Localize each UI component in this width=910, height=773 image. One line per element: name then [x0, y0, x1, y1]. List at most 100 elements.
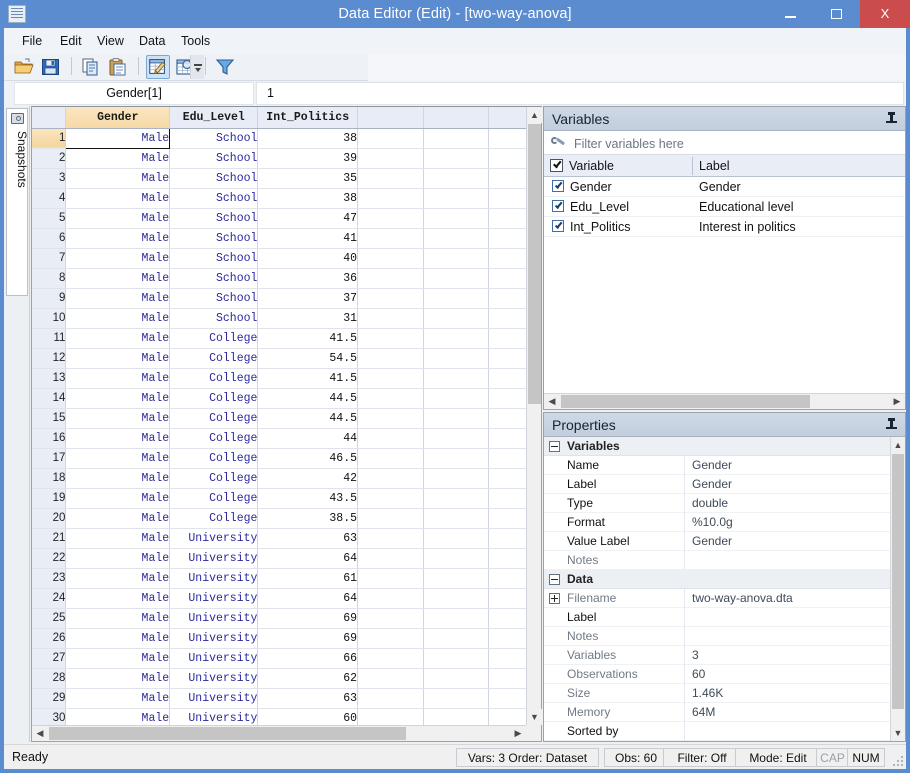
cell-edu_level-21[interactable]: University — [169, 528, 259, 549]
table-row[interactable]: 4 Male School 38 — [32, 188, 541, 209]
row-header[interactable]: 9 — [32, 288, 67, 309]
cell-int_politics-25[interactable]: 69 — [257, 608, 359, 629]
cell-gender-9[interactable]: Male — [65, 288, 171, 309]
cell-gender-25[interactable]: Male — [65, 608, 171, 629]
table-row[interactable]: 25 Male University 69 — [32, 608, 541, 629]
row-header[interactable]: 15 — [32, 408, 67, 429]
cell-empty-4-23[interactable] — [423, 568, 489, 589]
cell-gender-10[interactable]: Male — [65, 308, 171, 329]
cell-gender-23[interactable]: Male — [65, 568, 171, 589]
cell-gender-27[interactable]: Male — [65, 648, 171, 669]
row-header[interactable]: 23 — [32, 568, 67, 589]
properties-group-variables[interactable]: Variables — [544, 437, 890, 456]
edit-mode-icon[interactable] — [146, 55, 171, 79]
maximize-button[interactable] — [815, 0, 857, 28]
cell-gender-6[interactable]: Male — [65, 228, 171, 249]
table-row[interactable]: 1 Male School 38 — [32, 127, 541, 149]
cell-int_politics-17[interactable]: 46.5 — [257, 448, 359, 469]
cell-int_politics-1[interactable]: 38 — [257, 128, 359, 149]
table-row[interactable]: 15 Male College 44.5 — [32, 408, 541, 429]
cell-empty-4-9[interactable] — [423, 288, 489, 309]
property-row-notes[interactable]: Notes — [544, 627, 890, 646]
row-header[interactable]: 12 — [32, 348, 67, 369]
cell-gender-3[interactable]: Male — [65, 168, 171, 189]
row-header[interactable]: 25 — [32, 608, 67, 629]
table-row[interactable]: 13 Male College 41.5 — [32, 368, 541, 389]
status-vars-order[interactable]: Vars: 3 Order: Dataset — [456, 748, 599, 767]
cell-edu_level-9[interactable]: School — [169, 288, 259, 309]
cell-empty-4-10[interactable] — [423, 308, 489, 329]
cell-int_politics-14[interactable]: 44.5 — [257, 388, 359, 409]
table-row[interactable]: 28 Male University 62 — [32, 668, 541, 689]
column-header-empty-4[interactable] — [423, 107, 489, 129]
cell-edu_level-17[interactable]: College — [169, 448, 259, 469]
snapshots-tab[interactable]: Snapshots — [6, 108, 29, 296]
cell-empty-4-27[interactable] — [423, 648, 489, 669]
cell-empty-4-16[interactable] — [423, 428, 489, 449]
grid-hscroll-thumb[interactable] — [49, 727, 406, 740]
variable-checkbox[interactable] — [552, 180, 564, 192]
row-header[interactable]: 19 — [32, 488, 67, 509]
cell-gender-28[interactable]: Male — [65, 668, 171, 689]
cell-int_politics-8[interactable]: 36 — [257, 268, 359, 289]
cell-edu_level-23[interactable]: University — [169, 568, 259, 589]
cell-empty-4-29[interactable] — [423, 688, 489, 709]
cell-empty-4-5[interactable] — [423, 208, 489, 229]
status-cap[interactable]: CAP — [816, 748, 849, 767]
cell-gender-18[interactable]: Male — [65, 468, 171, 489]
properties-vertical-scrollbar[interactable]: ▲ ▼ — [890, 437, 905, 741]
table-row[interactable]: 2 Male School 39 — [32, 148, 541, 169]
cell-edu_level-27[interactable]: University — [169, 648, 259, 669]
cell-int_politics-16[interactable]: 44 — [257, 428, 359, 449]
cell-edu_level-29[interactable]: University — [169, 688, 259, 709]
cell-empty-3-25[interactable] — [357, 608, 425, 629]
cell-edu_level-4[interactable]: School — [169, 188, 259, 209]
table-row[interactable]: 11 Male College 41.5 — [32, 328, 541, 349]
cell-int_politics-19[interactable]: 43.5 — [257, 488, 359, 509]
row-header[interactable]: 8 — [32, 268, 67, 289]
cell-empty-3-2[interactable] — [357, 148, 425, 169]
table-row[interactable]: 22 Male University 64 — [32, 548, 541, 569]
cell-empty-3-15[interactable] — [357, 408, 425, 429]
property-value[interactable] — [692, 627, 886, 646]
menu-data[interactable]: Data — [131, 28, 173, 54]
row-header[interactable]: 13 — [32, 368, 67, 389]
cell-empty-4-8[interactable] — [423, 268, 489, 289]
props-scroll-up-icon[interactable]: ▲ — [891, 437, 905, 453]
column-header-edu_level[interactable]: Edu_Level — [169, 107, 259, 129]
property-value[interactable]: Gender — [692, 456, 886, 475]
cell-gender-5[interactable]: Male — [65, 208, 171, 229]
table-row[interactable]: 20 Male College 38.5 — [32, 508, 541, 529]
cell-gender-11[interactable]: Male — [65, 328, 171, 349]
property-value[interactable]: Gender — [692, 532, 886, 551]
cell-edu_level-5[interactable]: School — [169, 208, 259, 229]
row-header[interactable]: 27 — [32, 648, 67, 669]
cell-empty-4-17[interactable] — [423, 448, 489, 469]
table-row[interactable]: 6 Male School 41 — [32, 228, 541, 249]
menu-view[interactable]: View — [89, 28, 132, 54]
cell-edu_level-10[interactable]: School — [169, 308, 259, 329]
property-row-memory[interactable]: Memory 64M — [544, 703, 890, 722]
cell-gender-20[interactable]: Male — [65, 508, 171, 529]
row-header[interactable]: 11 — [32, 328, 67, 349]
property-row-variables[interactable]: Variables 3 — [544, 646, 890, 665]
cell-int_politics-2[interactable]: 39 — [257, 148, 359, 169]
cell-empty-4-14[interactable] — [423, 388, 489, 409]
scroll-down-icon[interactable]: ▼ — [527, 709, 542, 725]
cell-int_politics-20[interactable]: 38.5 — [257, 508, 359, 529]
row-header[interactable]: 2 — [32, 148, 67, 169]
row-header[interactable]: 28 — [32, 668, 67, 689]
cell-empty-3-24[interactable] — [357, 588, 425, 609]
cell-empty-3-1[interactable] — [357, 128, 425, 149]
table-row[interactable]: 18 Male College 42 — [32, 468, 541, 489]
toolbar-overflow-icon[interactable] — [190, 55, 204, 79]
cell-int_politics-18[interactable]: 42 — [257, 468, 359, 489]
cell-edu_level-8[interactable]: School — [169, 268, 259, 289]
table-row[interactable]: 7 Male School 40 — [32, 248, 541, 269]
property-row-size[interactable]: Size 1.46K — [544, 684, 890, 703]
cell-empty-3-6[interactable] — [357, 228, 425, 249]
property-row-label[interactable]: Label — [544, 608, 890, 627]
menu-file[interactable]: File — [14, 28, 50, 54]
cell-empty-3-27[interactable] — [357, 648, 425, 669]
cell-edu_level-19[interactable]: College — [169, 488, 259, 509]
